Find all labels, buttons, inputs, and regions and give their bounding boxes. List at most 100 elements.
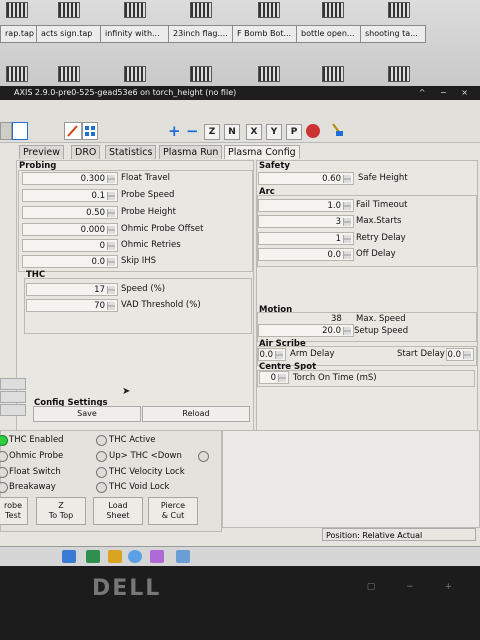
desktop-file-icon[interactable] [58,66,80,82]
pierce-cut-button[interactable]: Pierce & Cut [148,497,198,525]
z-to-top-button[interactable]: Z To Top [36,497,86,525]
vad-threshold-label: VAD Threshold (%) [121,300,201,310]
taskbar-item[interactable]: F Bomb Bot... [232,25,300,43]
save-button[interactable]: Save [33,406,141,422]
load-sheet-line1: Load [108,501,128,510]
desktop-file-icon[interactable] [258,2,280,18]
toggle-icon[interactable] [12,122,28,140]
grid-icon[interactable] [82,122,98,140]
probe-test-button[interactable]: robe Test [0,497,28,525]
view-n-button[interactable]: N [224,124,240,140]
desktop-file-icon[interactable] [6,2,28,18]
scroll-stub[interactable] [0,391,26,403]
retry-delay-spinbox[interactable]: 1 [258,232,354,245]
thc-up-down-label: Up> THC <Down [109,451,182,461]
taskbar-item[interactable]: 23inch flag.... [168,25,236,43]
tab-dro[interactable]: DRO [71,145,101,159]
mouse-cursor-icon: ➤ [122,386,131,397]
desktop-file-icon[interactable] [322,66,344,82]
probe-speed-spinbox[interactable]: 0.1 [22,189,118,202]
zoom-out-icon[interactable]: − [186,122,199,140]
ohmic-retries-label: Ohmic Retries [121,240,181,250]
thc-enabled-label: THC Enabled [9,435,64,445]
tab-plasma-run[interactable]: Plasma Run [159,145,223,159]
settings-icon[interactable] [150,550,164,563]
thc-velocity-lock-label: THC Velocity Lock [109,467,185,477]
desktop-file-icon[interactable] [190,2,212,18]
start-delay-label: Start Delay [397,349,445,359]
taskbar-item[interactable]: acts sign.tap [36,25,104,43]
float-switch-label: Float Switch [9,467,61,477]
ohmic-retries-spinbox[interactable]: 0 [22,239,118,252]
view-y-button[interactable]: Y [266,124,282,140]
desktop-file-icon[interactable] [124,2,146,18]
picture-icon[interactable] [86,550,100,563]
skip-ihs-spinbox[interactable]: 0.0 [22,255,118,268]
desktop-file-icon[interactable] [388,2,410,18]
max-starts-spinbox[interactable]: 3 [258,215,354,228]
probe-test-line2: Test [5,511,21,520]
thc-velocity-lock-led [96,467,107,478]
desktop-file-icon[interactable] [6,66,28,82]
lower-right-panel [222,430,480,528]
reload-button[interactable]: Reload [142,406,250,422]
arm-delay-spinbox[interactable]: 0.0 [258,348,286,361]
thc-speed-spinbox[interactable]: 17 [26,283,118,296]
load-sheet-line2: Sheet [106,511,130,520]
desktop-file-icon[interactable] [58,2,80,18]
pierce-cut-line2: & Cut [161,511,185,520]
toolbar-grip-icon[interactable] [0,122,12,140]
monitor-buttons[interactable]: ▢ − + [367,582,466,592]
z-to-top-line1: Z [58,501,64,510]
desktop-file-icon[interactable] [190,66,212,82]
tab-preview[interactable]: Preview [19,145,64,159]
torch-on-time-spinbox[interactable]: 0 [259,371,289,384]
clear-plot-icon[interactable] [330,122,344,138]
view-z-button[interactable]: Z [204,124,220,140]
browser-icon[interactable] [128,550,142,563]
desktop-file-icon[interactable] [388,66,410,82]
load-sheet-button[interactable]: Load Sheet [93,497,143,525]
window-title: AXIS 2.9.0-pre0-525-gead53e6 on torch_he… [14,88,237,97]
ohmic-probe-offset-spinbox[interactable]: 0.000 [22,223,118,236]
taskbar-item[interactable]: shooting ta... [360,25,426,43]
z-to-top-line2: To Top [48,511,74,520]
tool-path-icon[interactable] [306,124,320,138]
view-x-button[interactable]: X [246,124,262,140]
probe-height-spinbox[interactable]: 0.50 [22,206,118,219]
thc-active-led [96,435,107,446]
taskbar-item[interactable]: rap.tap [0,25,40,43]
menu-icon[interactable] [62,550,76,563]
scroll-stub[interactable] [0,404,26,416]
folder-icon[interactable] [176,550,190,563]
view-p-button[interactable]: P [286,124,302,140]
taskbar-item[interactable]: bottle open... [296,25,364,43]
start-delay-spinbox[interactable]: 0.0 [446,348,474,361]
tab-plasma-config[interactable]: Plasma Config [224,145,300,159]
safe-height-label: Safe Height [358,173,408,183]
float-travel-spinbox[interactable]: 0.300 [22,172,118,185]
monitor-bezel: DELL ▢ − + [0,566,480,640]
tab-statistics[interactable]: Statistics [105,145,157,159]
max-speed-label: Max. Speed [356,314,406,324]
window-control-buttons[interactable]: ^ − × [419,86,474,100]
window-titlebar[interactable]: AXIS 2.9.0-pre0-525-gead53e6 on torch_he… [0,86,480,100]
thc-void-lock-led [96,482,107,493]
edit-icon[interactable] [64,122,82,140]
retry-delay-label: Retry Delay [356,233,406,243]
scroll-stub[interactable] [0,378,26,390]
desktop-file-icon[interactable] [258,66,280,82]
desktop-file-icon[interactable] [322,2,344,18]
taskbar-item[interactable]: infinity with... [100,25,172,43]
safety-title: Safety [259,161,290,171]
safe-height-spinbox[interactable]: 0.60 [258,172,354,185]
folder-icon[interactable] [108,550,122,563]
zoom-in-icon[interactable]: + [168,122,181,140]
probe-speed-label: Probe Speed [121,190,175,200]
torch-on-time-label: Torch On Time (mS) [293,373,377,383]
desktop-file-icon[interactable] [124,66,146,82]
fail-timeout-spinbox[interactable]: 1.0 [258,199,354,212]
off-delay-spinbox[interactable]: 0.0 [258,248,354,261]
setup-speed-spinbox[interactable]: 20.0 [258,324,354,337]
vad-threshold-spinbox[interactable]: 70 [26,299,118,312]
